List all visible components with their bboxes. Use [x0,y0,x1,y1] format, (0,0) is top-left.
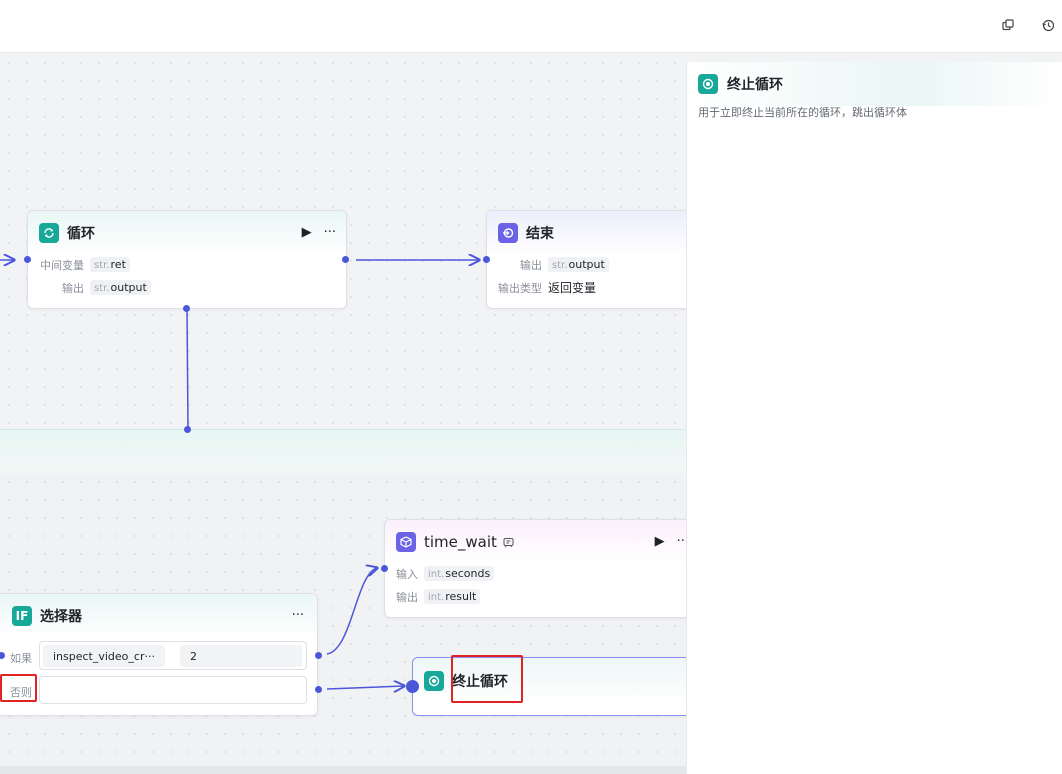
loop-body-entry-port[interactable] [184,426,191,433]
variable-tag: int.result [424,589,481,604]
field-label: 输出 [520,258,542,272]
badge-icon [503,537,514,548]
break-loop-icon [424,670,444,691]
copy-icon[interactable] [999,16,1017,34]
selector-node-title: 选择器 [40,609,82,625]
end-node-header: 结束 [487,211,686,255]
field-label: 输出 [62,281,84,295]
end-output-row: 输出 str.output [487,253,686,276]
variable-tag: str.output [90,280,151,295]
variable-tag: int.seconds [424,566,495,581]
top-toolbar [0,0,1062,53]
loop-var-row: 中间变量 str.ret [32,253,346,276]
more-icon[interactable]: ··· [677,534,686,549]
highlight-else [0,674,37,702]
end-icon [498,223,518,243]
field-label: 输出 [396,590,418,604]
loop-node-header: 循环 ▶ ··· [28,211,346,255]
loop-body-port[interactable] [183,305,190,312]
if-icon: IF [12,606,32,626]
time-wait-output-row: 输出 int.result [385,585,686,608]
field-label: 中间变量 [40,258,84,272]
run-icon[interactable]: ▶ [655,534,665,549]
output-type-value: 返回变量 [548,281,597,295]
selector-node-header: IF 选择器 ··· [0,594,317,638]
end-output-type-row: 输出类型 返回变量 [487,276,686,299]
loop-input-port[interactable] [24,256,31,263]
cube-icon [396,532,416,552]
if-output-port[interactable] [315,652,322,659]
node-detail-panel: 终止循环 用于立即终止当前所在的循环，跳出循环体 [686,62,1062,774]
selector-node[interactable]: IF 选择器 ··· 如果 inspect_video_cr··· 2 否则 [0,593,318,716]
condition-value[interactable]: 2 [180,645,302,667]
loop-icon [39,223,59,243]
time-wait-input-row: 输入 int.seconds [385,562,686,585]
time-wait-node-title: time_wait [424,533,497,551]
else-output-port[interactable] [315,686,322,693]
panel-header: 终止循环 [687,62,1062,106]
else-field[interactable] [39,676,307,704]
highlight-break-loop-title [451,655,523,703]
edge-if-to-time-wait [326,568,377,655]
field-label: 输入 [396,567,418,581]
workflow-canvas[interactable]: 循环 ▶ ··· 中间变量 str.ret 输出 str.output 结束 输… [0,54,686,774]
edge-loop-to-body [186,308,189,430]
end-node-title: 结束 [526,226,554,242]
history-icon[interactable] [1039,16,1057,34]
if-condition-field[interactable]: inspect_video_cr··· 2 [39,641,307,670]
break-loop-icon [698,74,718,94]
condition-variable[interactable]: inspect_video_cr··· [43,645,165,667]
field-label: 输出类型 [498,281,542,295]
more-icon[interactable]: ··· [292,608,304,623]
edge-else-to-break [326,686,404,689]
panel-title: 终止循环 [727,77,783,93]
end-node[interactable]: 结束 输出 str.output 输出类型 返回变量 [486,210,686,309]
panel-description: 用于立即终止当前所在的循环，跳出循环体 [698,106,907,119]
loop-node-title: 循环 [67,226,95,242]
variable-tag: str.ret [90,257,130,272]
if-label: 如果 [10,652,32,665]
loop-output-port[interactable] [342,256,349,263]
time-wait-node[interactable]: time_wait ▶ ··· 输入 int.seconds 输出 int.re… [384,519,686,618]
time-wait-input-port[interactable] [381,565,388,572]
break-loop-input-port[interactable] [406,680,419,693]
more-icon[interactable]: ··· [324,225,336,240]
loop-output-row: 输出 str.output [32,276,346,299]
run-icon[interactable]: ▶ [302,225,312,240]
variable-tag: str.output [548,257,609,272]
loop-node[interactable]: 循环 ▶ ··· 中间变量 str.ret 输出 str.output [27,210,347,309]
end-input-port[interactable] [483,256,490,263]
time-wait-node-header: time_wait ▶ ··· [385,520,686,564]
